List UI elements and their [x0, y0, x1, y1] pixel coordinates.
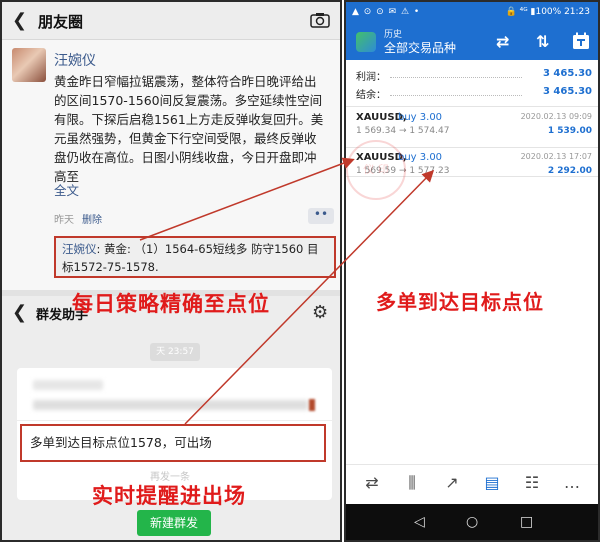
- messages-tab-icon[interactable]: …: [560, 473, 584, 497]
- status-icons-right: 🔒 ⁴ᴳ ▮100% 21:23: [505, 7, 590, 17]
- card-divider: [17, 420, 332, 421]
- app-bar: 历史 全部交易品种 ⇄ ⇅: [346, 24, 598, 60]
- gear-icon[interactable]: ⚙: [312, 302, 328, 323]
- moments-post: 汪婉仪 黄金昨日窄幅拉锯震荡，整体符合昨日晚评给出的区间1570-1560间反复…: [2, 40, 340, 290]
- comment-box: 汪婉仪: 黄金: （1）1564-65短线多 防守1560 目标1572-75-…: [54, 236, 336, 278]
- trade-date: 2020.02.13 17:07: [520, 152, 592, 161]
- nav-recent-icon[interactable]: □: [520, 514, 533, 530]
- profit-label: 利润：: [356, 72, 386, 83]
- trade-date: 2020.02.13 09:09: [520, 112, 592, 121]
- nav-back-icon[interactable]: ◁: [414, 514, 425, 530]
- moments-header: ❮ 朋友圈: [2, 2, 340, 40]
- post-author[interactable]: 汪婉仪: [54, 50, 96, 70]
- balance-label: 结余：: [356, 90, 386, 101]
- alert-headline: 实时提醒进出场: [92, 484, 246, 508]
- time-pill: 天 23:57: [150, 343, 200, 361]
- post-time: 昨天: [54, 215, 74, 226]
- dotted-leader: [390, 77, 522, 78]
- trade-profit: 2 292.00: [547, 166, 592, 176]
- camera-icon[interactable]: [310, 12, 330, 28]
- full-text-link[interactable]: 全文: [54, 180, 79, 199]
- calendar-icon[interactable]: [572, 32, 590, 50]
- profit-row: 利润： 3 465.30: [356, 68, 592, 84]
- status-icons-left: ▲ ⊙ ⊙ ✉ ⚠ •: [352, 7, 421, 17]
- balance-row: 结余： 3 465.30: [356, 86, 592, 102]
- chevron-left-icon[interactable]: ❮: [12, 10, 27, 31]
- comment-author[interactable]: 汪婉仪: [62, 242, 97, 256]
- chart-candles-tab-icon[interactable]: ⫼: [400, 473, 424, 497]
- trade-tab-icon[interactable]: ↗: [440, 473, 464, 497]
- balance-value: 3 465.30: [542, 86, 592, 97]
- blurred-recipient-list: [33, 400, 308, 410]
- seal-watermark: 仪 印: [346, 140, 406, 200]
- android-nav-bar: ◁ ○ □: [346, 504, 598, 540]
- profit-value: 3 465.30: [542, 68, 592, 79]
- history-content: 利润： 3 465.30 结余： 3 465.30 XAUUSD, buy 3.…: [346, 60, 598, 464]
- broadcast-message: 多单到达目标点位1578，可出场: [20, 424, 326, 462]
- quotes-tab-icon[interactable]: ⇄: [360, 473, 384, 497]
- row-divider: [346, 106, 598, 107]
- trade-side: buy 3.00: [398, 112, 443, 123]
- trade-profit: 1 539.00: [547, 126, 592, 136]
- dotted-leader: [390, 95, 522, 96]
- blurred-recipient-count: [33, 380, 103, 390]
- bottom-tab-bar: ⇄ ⫼ ↗ ▤ ☷ …: [346, 464, 598, 504]
- page-title: 朋友圈: [38, 13, 84, 31]
- app-logo-icon[interactable]: [356, 32, 376, 52]
- nav-home-icon[interactable]: ○: [466, 514, 478, 530]
- trading-panel: ▲ ⊙ ⊙ ✉ ⚠ • 🔒 ⁴ᴳ ▮100% 21:23 历史 全部交易品种 ⇄…: [344, 0, 600, 542]
- blurred-marker: [309, 399, 315, 411]
- sort-currency-icon[interactable]: ⇄: [496, 32, 509, 51]
- history-tab-icon[interactable]: ▤: [480, 473, 504, 497]
- sort-arrows-icon[interactable]: ⇅: [536, 32, 549, 51]
- wechat-panel: ❮ 朋友圈 汪婉仪 黄金昨日窄幅拉锯震荡，整体符合昨日晚评给出的区间1570-1…: [0, 0, 342, 542]
- post-text: 黄金昨日窄幅拉锯震荡，整体符合昨日晚评给出的区间1570-1560间反复震荡。多…: [54, 74, 324, 184]
- delete-link[interactable]: 删除: [82, 211, 102, 226]
- app-title[interactable]: 全部交易品种: [384, 39, 456, 56]
- chevron-left-icon[interactable]: ❮: [12, 302, 27, 323]
- more-actions-button[interactable]: ••: [308, 208, 334, 224]
- target-reached-callout: 多单到达目标点位: [376, 290, 544, 314]
- trade-prices: 1 569.34 → 1 574.47: [356, 126, 450, 136]
- news-tab-icon[interactable]: ☷: [520, 473, 544, 497]
- new-broadcast-button[interactable]: 新建群发: [137, 510, 211, 536]
- status-bar: ▲ ⊙ ⊙ ✉ ⚠ • 🔒 ⁴ᴳ ▮100% 21:23: [346, 2, 598, 24]
- avatar[interactable]: [12, 48, 46, 82]
- comment-text: : 黄金: （1）1564-65短线多 防守1560 目标1572-75-157…: [62, 242, 319, 274]
- strategy-headline: 每日策略精确至点位: [72, 292, 270, 316]
